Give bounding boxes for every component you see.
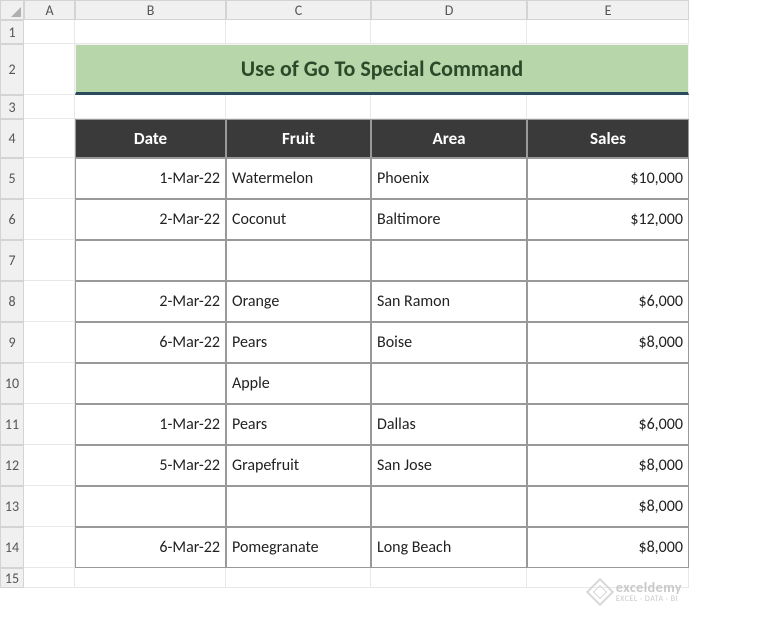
table-row[interactable]: Pears — [226, 322, 371, 363]
cell-A2[interactable] — [24, 44, 75, 95]
table-header-area[interactable]: Area — [371, 119, 527, 158]
cell-B15[interactable] — [75, 568, 226, 588]
cell-E3[interactable] — [527, 95, 689, 119]
watermark-line2: EXCEL · DATA · BI — [616, 595, 682, 604]
table-row[interactable]: $10,000 — [527, 158, 689, 199]
table-row[interactable]: 6-Mar-22 — [75, 527, 226, 568]
cell-A7[interactable] — [24, 240, 75, 281]
watermark-line1: exceldemy — [616, 580, 682, 595]
row-header-8[interactable]: 8 — [0, 281, 24, 322]
table-row[interactable]: Boise — [371, 322, 527, 363]
spreadsheet-grid: A B C D E 1 2 Use of Go To Special Comma… — [0, 0, 767, 588]
cell-A3[interactable] — [24, 95, 75, 119]
table-header-date[interactable]: Date — [75, 119, 226, 158]
table-row[interactable] — [226, 486, 371, 527]
table-row[interactable] — [75, 240, 226, 281]
cell-A13[interactable] — [24, 486, 75, 527]
select-all-corner[interactable] — [0, 0, 24, 20]
table-row[interactable] — [226, 240, 371, 281]
row-header-12[interactable]: 12 — [0, 445, 24, 486]
cell-D3[interactable] — [371, 95, 527, 119]
col-header-C[interactable]: C — [226, 0, 371, 20]
table-row[interactable] — [75, 486, 226, 527]
cell-A15[interactable] — [24, 568, 75, 588]
table-row[interactable]: $8,000 — [527, 322, 689, 363]
cell-A6[interactable] — [24, 199, 75, 240]
cell-C15[interactable] — [226, 568, 371, 588]
watermark: exceldemy EXCEL · DATA · BI — [590, 580, 682, 604]
table-row[interactable] — [371, 240, 527, 281]
row-header-1[interactable]: 1 — [0, 20, 24, 44]
row-header-13[interactable]: 13 — [0, 486, 24, 527]
watermark-icon — [586, 578, 614, 606]
cell-A10[interactable] — [24, 363, 75, 404]
cell-D15[interactable] — [371, 568, 527, 588]
row-header-4[interactable]: 4 — [0, 119, 24, 158]
row-header-14[interactable]: 14 — [0, 527, 24, 568]
table-row[interactable]: Coconut — [226, 199, 371, 240]
table-row[interactable]: 6-Mar-22 — [75, 322, 226, 363]
cell-D1[interactable] — [371, 20, 527, 44]
cell-E1[interactable] — [527, 20, 689, 44]
table-row[interactable]: Apple — [226, 363, 371, 404]
row-header-11[interactable]: 11 — [0, 404, 24, 445]
cell-B1[interactable] — [75, 20, 226, 44]
cell-A8[interactable] — [24, 281, 75, 322]
title-cell[interactable]: Use of Go To Special Command — [75, 44, 689, 95]
row-header-9[interactable]: 9 — [0, 322, 24, 363]
table-row[interactable]: 2-Mar-22 — [75, 199, 226, 240]
table-row[interactable]: Orange — [226, 281, 371, 322]
table-row[interactable]: Pears — [226, 404, 371, 445]
table-row[interactable]: Pomegranate — [226, 527, 371, 568]
cell-A11[interactable] — [24, 404, 75, 445]
table-row[interactable]: Watermelon — [226, 158, 371, 199]
table-row[interactable]: Grapefruit — [226, 445, 371, 486]
table-row[interactable]: $6,000 — [527, 281, 689, 322]
table-row[interactable]: $12,000 — [527, 199, 689, 240]
table-row[interactable]: $6,000 — [527, 404, 689, 445]
cell-C3[interactable] — [226, 95, 371, 119]
table-row[interactable]: Baltimore — [371, 199, 527, 240]
col-header-B[interactable]: B — [75, 0, 226, 20]
row-header-15[interactable]: 15 — [0, 568, 24, 588]
table-row[interactable]: Long Beach — [371, 527, 527, 568]
table-row[interactable] — [371, 486, 527, 527]
cell-A14[interactable] — [24, 527, 75, 568]
col-header-E[interactable]: E — [527, 0, 689, 20]
table-row[interactable]: $8,000 — [527, 486, 689, 527]
col-header-A[interactable]: A — [24, 0, 75, 20]
cell-C1[interactable] — [226, 20, 371, 44]
table-row[interactable]: San Ramon — [371, 281, 527, 322]
table-row[interactable]: 1-Mar-22 — [75, 158, 226, 199]
row-header-6[interactable]: 6 — [0, 199, 24, 240]
col-header-D[interactable]: D — [371, 0, 527, 20]
table-row[interactable]: 2-Mar-22 — [75, 281, 226, 322]
table-row[interactable] — [371, 363, 527, 404]
row-header-2[interactable]: 2 — [0, 44, 24, 95]
table-row[interactable] — [527, 363, 689, 404]
table-header-sales[interactable]: Sales — [527, 119, 689, 158]
cell-A4[interactable] — [24, 119, 75, 158]
table-row[interactable]: 1-Mar-22 — [75, 404, 226, 445]
cell-A9[interactable] — [24, 322, 75, 363]
table-row[interactable]: Dallas — [371, 404, 527, 445]
row-header-10[interactable]: 10 — [0, 363, 24, 404]
table-row[interactable] — [527, 240, 689, 281]
table-row[interactable]: 5-Mar-22 — [75, 445, 226, 486]
table-row[interactable]: San Jose — [371, 445, 527, 486]
cell-A1[interactable] — [24, 20, 75, 44]
table-row[interactable]: Phoenix — [371, 158, 527, 199]
table-row[interactable]: $8,000 — [527, 527, 689, 568]
table-row[interactable] — [75, 363, 226, 404]
row-header-7[interactable]: 7 — [0, 240, 24, 281]
table-header-fruit[interactable]: Fruit — [226, 119, 371, 158]
cell-B3[interactable] — [75, 95, 226, 119]
table-row[interactable]: $8,000 — [527, 445, 689, 486]
row-header-3[interactable]: 3 — [0, 95, 24, 119]
cell-A12[interactable] — [24, 445, 75, 486]
row-header-5[interactable]: 5 — [0, 158, 24, 199]
cell-A5[interactable] — [24, 158, 75, 199]
